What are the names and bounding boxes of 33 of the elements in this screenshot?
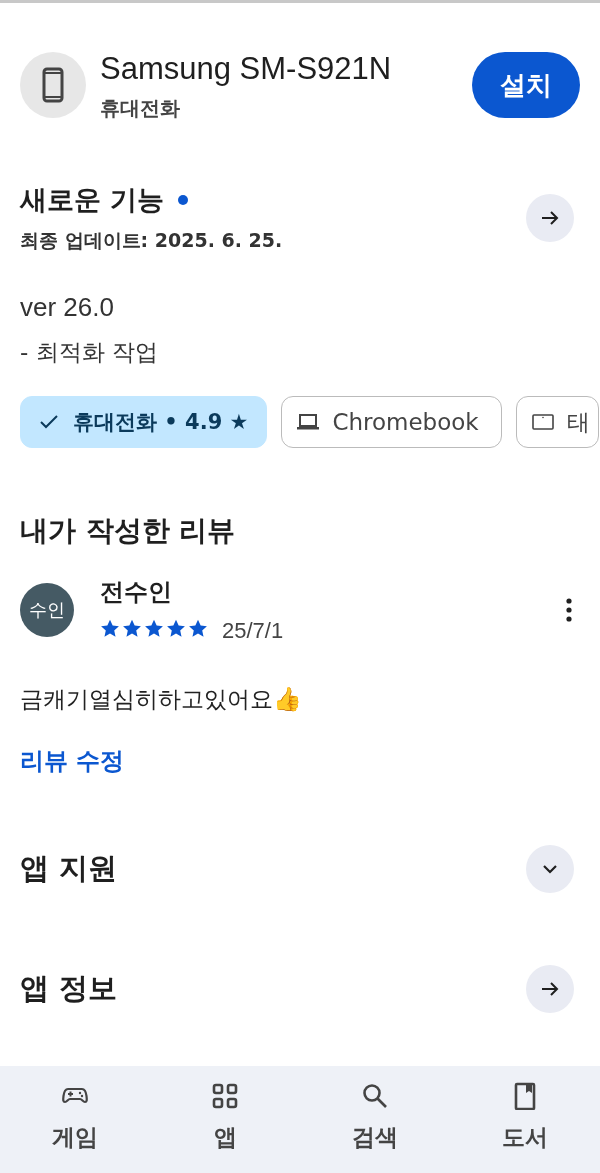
device-chip[interactable]: Chromebook — [281, 396, 502, 448]
last-updated-text: 최종 업데이트: 2025. 6. 25. — [20, 228, 284, 253]
arrow-button[interactable] — [526, 965, 574, 1013]
section-title: 새로운 기능 — [20, 183, 165, 217]
device-chip[interactable]: 휴대전화 • 4.9 ★ — [20, 396, 268, 448]
nav-tab[interactable]: 앱 — [150, 1066, 300, 1173]
nav-tab[interactable]: 검색 — [300, 1066, 450, 1173]
section-title: 앱 정보 — [20, 970, 118, 1007]
star-icon — [100, 618, 120, 638]
nav-tab[interactable]: 도서 — [450, 1066, 600, 1173]
star-icon — [188, 618, 208, 638]
apps-grid-icon — [211, 1082, 239, 1110]
nav-tab[interactable]: 게임 — [0, 1066, 150, 1173]
star-icon — [122, 618, 142, 638]
review-text: 금캐기열심히하고있어요👍 — [19, 685, 303, 714]
install-button[interactable]: 설치 — [472, 52, 580, 118]
release-notes: - 최적화 작업 — [19, 338, 159, 367]
more-icon — [566, 598, 572, 622]
device-name: Samsung SM-S921N — [100, 49, 393, 88]
device-type: 휴대전화 — [100, 94, 181, 122]
avatar: 수인 — [20, 583, 74, 637]
review-date: 25/7/1 — [222, 618, 284, 644]
device-chip[interactable]: 태 — [515, 396, 599, 448]
section-title: 앱 지원 — [20, 850, 118, 887]
reviewer-name: 전수인 — [100, 577, 173, 608]
search-icon — [361, 1082, 389, 1110]
phone-icon — [42, 67, 64, 103]
star-icon — [166, 618, 186, 638]
version-text: ver 26.0 — [19, 292, 115, 323]
arrow-button[interactable] — [526, 194, 574, 242]
edit-review-link[interactable]: 리뷰 수정 — [20, 745, 125, 777]
section-title: 내가 작성한 리뷰 — [19, 513, 237, 549]
star-icon — [144, 618, 164, 638]
